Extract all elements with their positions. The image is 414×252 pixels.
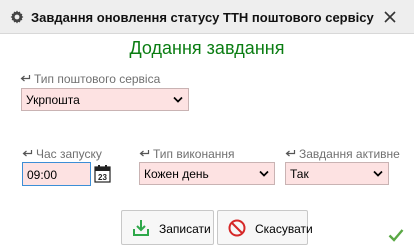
window-title: Завдання оновлення статусу ТТН поштового…: [31, 10, 374, 25]
task-active-value: Так: [290, 167, 309, 181]
postal-service-value: Укрпошта: [26, 93, 80, 107]
cancel-icon: [228, 219, 246, 237]
close-icon[interactable]: [382, 9, 398, 25]
execution-type-select[interactable]: Кожен день: [139, 162, 275, 185]
return-arrow-icon: [139, 150, 150, 157]
chevron-down-icon: [259, 170, 269, 177]
checkmark-icon: [388, 229, 404, 242]
chevron-down-icon: [373, 170, 383, 177]
save-button-label: Записати: [159, 222, 211, 236]
postal-service-label: Тип поштового сервіса: [20, 72, 160, 86]
cancel-button-label: Скасувати: [255, 222, 313, 236]
start-time-value: 09:00: [27, 168, 58, 182]
execution-type-value: Кожен день: [144, 167, 209, 181]
chevron-down-icon: [173, 96, 183, 103]
download-icon: [133, 220, 149, 236]
return-arrow-icon: [285, 150, 296, 157]
start-time-input[interactable]: 09:00: [22, 162, 91, 186]
postal-service-select[interactable]: Укрпошта: [21, 88, 189, 111]
task-active-label: Завдання активне: [285, 147, 400, 161]
return-arrow-icon: [20, 75, 31, 82]
start-time-label: Час запуску: [22, 147, 102, 161]
title-bar: Завдання оновлення статусу ТТН поштового…: [0, 0, 414, 34]
calendar-icon[interactable]: 23: [94, 164, 111, 183]
svg-text:23: 23: [98, 173, 107, 182]
return-arrow-icon: [22, 150, 33, 157]
gear-icon: [10, 10, 24, 24]
cancel-button[interactable]: Скасувати: [217, 210, 313, 245]
form-heading: Додання завдання: [129, 38, 285, 58]
execution-type-label: Тип виконання: [139, 147, 235, 161]
task-active-select[interactable]: Так: [285, 162, 389, 185]
save-button[interactable]: Записати: [121, 210, 214, 245]
